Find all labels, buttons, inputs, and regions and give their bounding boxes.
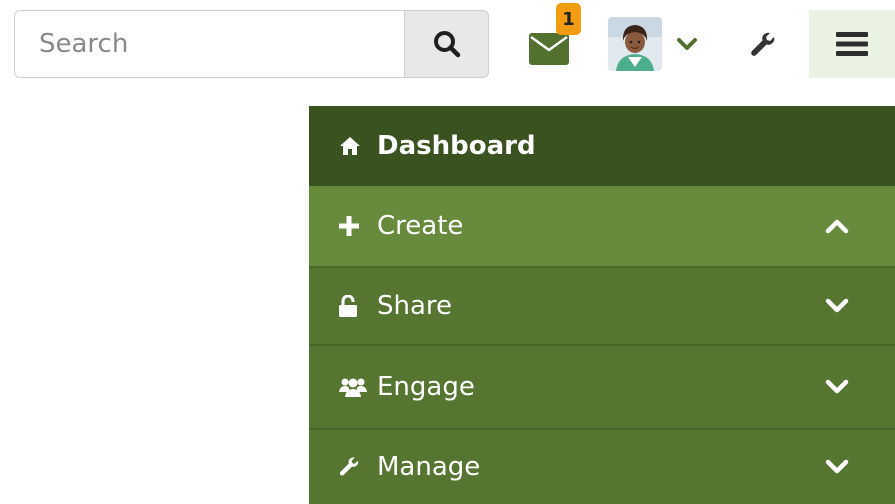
nav-item-engage[interactable]: Engage: [309, 346, 895, 430]
avatar: [608, 17, 662, 71]
hamburger-icon: [836, 32, 868, 56]
nav-item-manage[interactable]: Manage: [309, 430, 895, 504]
main-nav-menu: Dashboard Create Share Engage Manage: [309, 106, 895, 504]
envelope-icon: [529, 33, 569, 65]
nav-item-label: Manage: [377, 452, 481, 482]
nav-item-create[interactable]: Create: [309, 186, 895, 268]
chevron-down-icon: [824, 298, 850, 314]
unlock-icon: [339, 295, 367, 317]
nav-item-label: Create: [377, 211, 464, 241]
search-input[interactable]: [14, 10, 404, 78]
nav-item-share[interactable]: Share: [309, 268, 895, 346]
chevron-down-icon: [824, 459, 850, 475]
search-icon: [433, 31, 460, 58]
page: 1: [0, 0, 895, 504]
chevron-up-icon: [824, 218, 850, 234]
message-count-badge: 1: [556, 3, 581, 35]
users-icon: [339, 376, 367, 398]
wrench-icon: [751, 32, 775, 56]
nav-item-label: Engage: [377, 372, 475, 402]
menu-toggle-button[interactable]: [809, 10, 895, 78]
wrench-icon: [339, 456, 367, 478]
nav-item-label: Share: [377, 291, 453, 321]
nav-item-label: Dashboard: [377, 131, 536, 161]
search-button[interactable]: [404, 10, 489, 78]
user-menu[interactable]: [608, 16, 703, 72]
chevron-down-icon: [677, 38, 697, 50]
nav-item-dashboard[interactable]: Dashboard: [309, 106, 895, 186]
search-bar: [14, 10, 489, 78]
messages-button[interactable]: 1: [527, 3, 587, 67]
home-icon: [339, 136, 367, 156]
tools-button[interactable]: [744, 24, 784, 66]
plus-icon: [339, 216, 367, 236]
chevron-down-icon: [824, 379, 850, 395]
